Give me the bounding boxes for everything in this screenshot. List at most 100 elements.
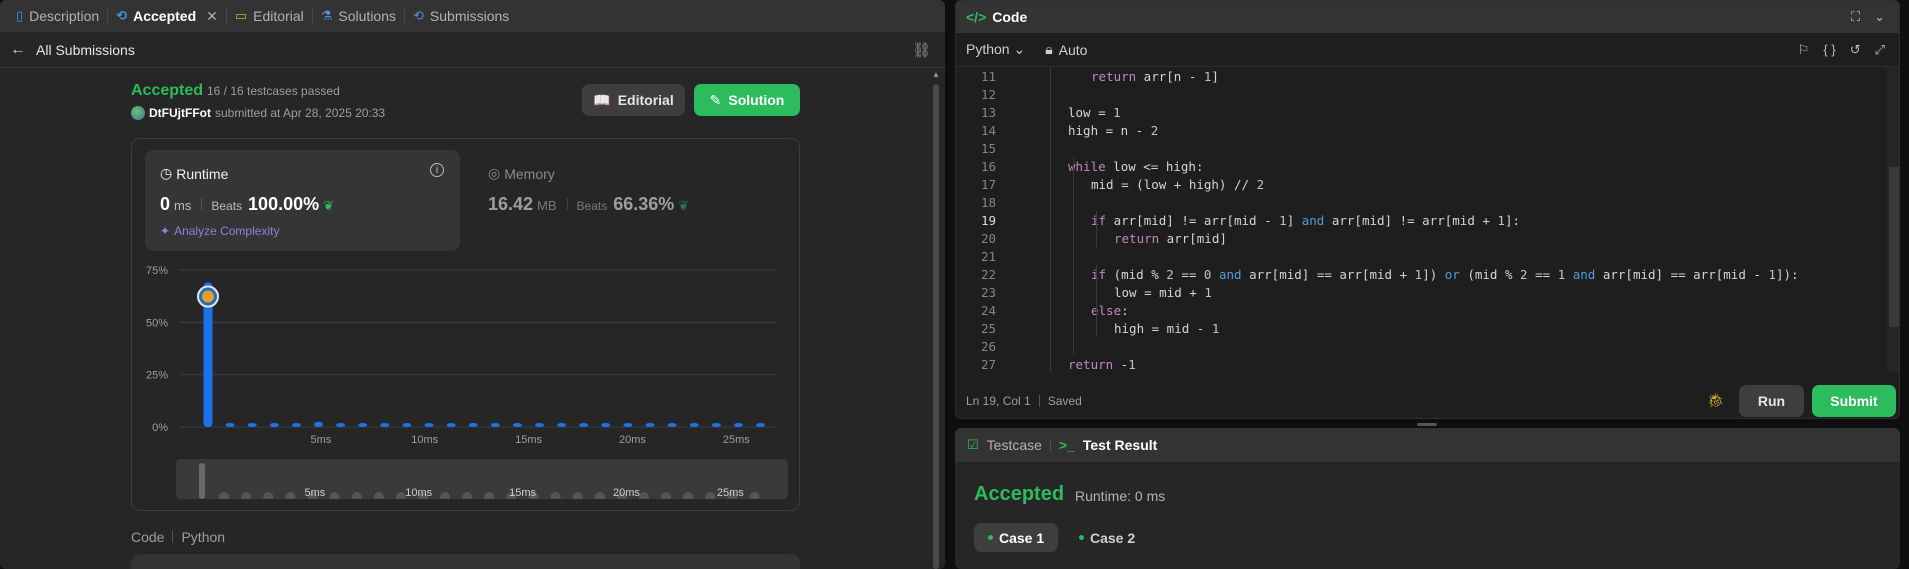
code-line[interactable]: 19 if arr[mid] != arr[mid - 1] and arr[mi… xyxy=(956,211,1899,229)
chart-bar[interactable] xyxy=(756,423,765,427)
code-area[interactable]: 11 return arr[n - 1] 12 13 low = 1 14 high = n… xyxy=(956,67,1899,372)
range-tick-label: 5ms xyxy=(304,487,325,499)
line-text: return arr[n - 1] xyxy=(1091,68,1219,84)
runtime-box[interactable]: ◷ Runtime i 0 ms Beats 100.00% ❦ ✦ Analy… xyxy=(145,150,460,251)
code-line[interactable]: 14 high = n - 2 xyxy=(956,121,1899,139)
chart-bar[interactable] xyxy=(314,421,323,427)
chart-bar[interactable] xyxy=(380,423,390,427)
username[interactable]: DtFUjtFFot xyxy=(149,106,211,120)
solution-button[interactable]: ✎ Solution xyxy=(694,84,800,116)
chart-bar[interactable] xyxy=(291,423,301,427)
reset-icon[interactable]: ↺ xyxy=(1850,42,1861,58)
code-line[interactable]: 16 while low <= high: xyxy=(956,157,1899,175)
maximize-icon[interactable]: ⛶ xyxy=(1851,9,1860,25)
chart-bar[interactable] xyxy=(247,423,257,427)
chart-bar[interactable] xyxy=(711,423,721,427)
code-line[interactable]: 22 if (mid % 2 == 0 and arr[mid] == arr[m… xyxy=(956,265,1899,283)
code-line[interactable]: 17 mid = (low + high) // 2 xyxy=(956,175,1899,193)
line-number: 14 xyxy=(980,122,996,138)
code-line[interactable]: 23 low = mid + 1 xyxy=(956,283,1899,301)
analyze-complexity-link[interactable]: ✦ Analyze Complexity xyxy=(160,224,279,238)
runtime-values: 0 ms Beats 100.00% ❦ xyxy=(160,194,334,215)
memory-label[interactable]: ◎ Memory xyxy=(488,165,555,182)
left-scrollbar[interactable]: ▲ xyxy=(932,70,940,569)
chart-bar[interactable] xyxy=(490,423,500,427)
scroll-up-icon[interactable]: ▲ xyxy=(932,70,940,79)
solution-button-label: Solution xyxy=(728,92,785,108)
line-number: 25 xyxy=(980,320,996,336)
chart-bar[interactable] xyxy=(601,423,611,427)
debug-icon[interactable]: 🐞︎ xyxy=(1707,392,1725,409)
chart-bar[interactable] xyxy=(579,423,589,427)
auto-mode[interactable]: 🔒︎ Auto xyxy=(1045,41,1087,58)
divider xyxy=(201,198,203,210)
chart-bar[interactable] xyxy=(512,423,522,427)
chevron-down-icon[interactable]: ⌄ xyxy=(1874,9,1885,25)
tab-description[interactable]: ▯ Description xyxy=(8,0,107,32)
chart-bar[interactable] xyxy=(336,423,346,427)
chart-bar[interactable] xyxy=(402,423,412,427)
editor-scrollbar[interactable] xyxy=(1887,67,1899,372)
info-icon[interactable]: i xyxy=(430,163,444,177)
expand-icon[interactable]: ⤢ xyxy=(1875,42,1885,58)
arrow-left-icon[interactable]: ← xyxy=(10,41,26,59)
runtime-value: 0 xyxy=(160,194,171,214)
chart-bar[interactable] xyxy=(645,423,655,427)
panel-resize-handle[interactable] xyxy=(1417,423,1437,426)
avatar[interactable] xyxy=(131,106,145,120)
chart-bar[interactable] xyxy=(667,423,677,427)
chart-bar[interactable] xyxy=(424,423,434,427)
memory-label-text: Memory xyxy=(504,165,555,182)
submit-button[interactable]: Submit xyxy=(1812,385,1896,417)
code-line[interactable]: 18 xyxy=(956,193,1899,211)
chart-bar[interactable] xyxy=(225,423,235,427)
range-selector[interactable]: 5ms 10ms 15ms 20ms 25ms xyxy=(176,459,788,499)
code-line[interactable]: 25 high = mid - 1 xyxy=(956,319,1899,337)
code-line[interactable]: 12 xyxy=(956,85,1899,103)
tab-test-result[interactable]: Test Result xyxy=(1083,437,1157,453)
tab-submissions[interactable]: ⟲ Submissions xyxy=(405,0,517,32)
chart-bar[interactable] xyxy=(689,423,699,427)
tab-accepted[interactable]: ⟲ Accepted ✕ xyxy=(108,0,226,32)
scrollbar-thumb[interactable] xyxy=(933,84,939,569)
tab-editorial[interactable]: ▭ Editorial xyxy=(227,0,312,32)
clock-icon: ◷ xyxy=(160,165,173,181)
chart-bar[interactable] xyxy=(269,423,279,427)
tab-solutions[interactable]: ⚗ Solutions xyxy=(313,0,404,32)
code-line[interactable]: 21 xyxy=(956,247,1899,265)
chart-bar[interactable] xyxy=(468,423,478,427)
code-line[interactable]: 26 xyxy=(956,337,1899,355)
case-1-tab[interactable]: Case 1 xyxy=(974,523,1059,552)
code-line[interactable]: 20 return arr[mid] xyxy=(956,229,1899,247)
submission-status: Accepted xyxy=(131,82,204,99)
case-2-tab[interactable]: Case 2 xyxy=(1065,523,1149,552)
chart-bar[interactable] xyxy=(446,423,456,427)
chart-bar[interactable] xyxy=(358,423,368,427)
close-icon[interactable]: ✕ xyxy=(206,8,218,25)
bookmark-icon[interactable]: ⚐ xyxy=(1798,42,1810,58)
run-button[interactable]: Run xyxy=(1739,385,1804,417)
tab-testcase[interactable]: Testcase xyxy=(987,437,1042,453)
code-line[interactable]: 27 return -1 xyxy=(956,355,1899,372)
editor-scrollbar-thumb[interactable] xyxy=(1889,167,1899,327)
chart-bar[interactable] xyxy=(557,423,567,427)
code-line[interactable]: 24 else: xyxy=(956,301,1899,319)
braces-icon[interactable]: { } xyxy=(1823,42,1835,58)
editor-toolbar: Python ⌄ 🔒︎ Auto ⚐ { } ↺ ⤢ xyxy=(956,33,1899,67)
editorial-button[interactable]: 📖 Editorial xyxy=(582,84,685,116)
code-line[interactable]: 11 return arr[n - 1] xyxy=(956,67,1899,85)
x-tick-label: 15ms xyxy=(515,434,542,446)
range-tick-label: 15ms xyxy=(509,487,536,499)
runtime-distribution-chart[interactable]: 75% 50% 25% 0% 5ms 10ms 15ms 20ms 25ms xyxy=(131,255,791,455)
code-line[interactable]: 13 low = 1 xyxy=(956,103,1899,121)
code-line[interactable]: 15 xyxy=(956,139,1899,157)
language-select[interactable]: Python ⌄ xyxy=(966,41,1025,58)
indent-guide xyxy=(1073,157,1074,355)
line-text: high = mid - 1 xyxy=(1114,320,1220,336)
link-icon[interactable]: ⛓ xyxy=(912,41,931,59)
chart-bar[interactable] xyxy=(733,423,743,427)
left-tab-bar: ▯ Description ⟲ Accepted ✕ ▭ Editorial ⚗… xyxy=(0,0,945,32)
chart-bar[interactable] xyxy=(623,423,633,427)
all-submissions-link[interactable]: All Submissions xyxy=(36,42,135,58)
chart-bar[interactable] xyxy=(535,423,544,427)
